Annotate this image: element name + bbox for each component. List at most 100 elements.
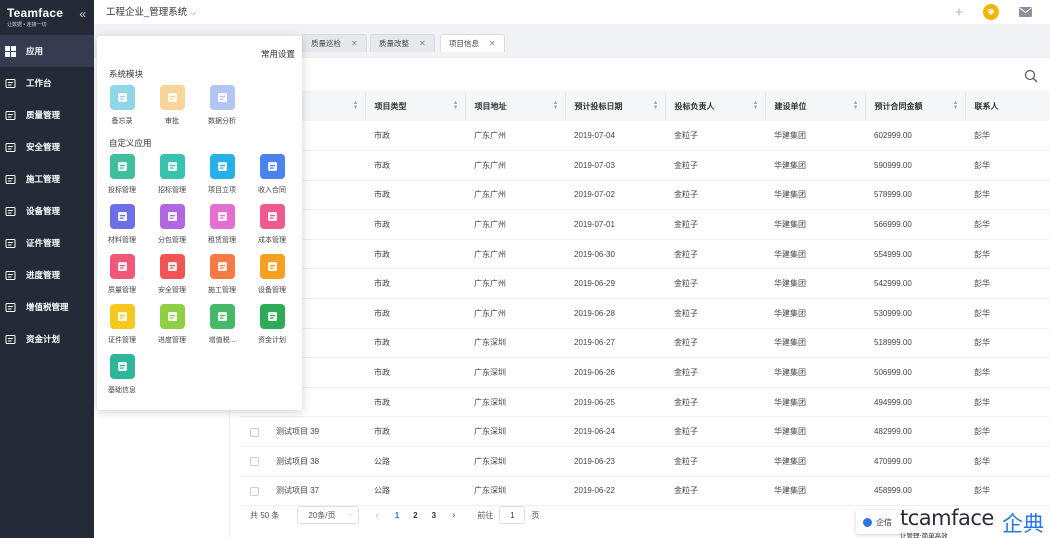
- sort-icon[interactable]: ▲ ▼: [353, 100, 359, 111]
- tab-quality-rectification[interactable]: 质量改整 ✕: [370, 34, 435, 52]
- content-area: 息 称▲▼项目类型▲▼项目地址▲▼预计投标日期▲▼投标负责人▲▼建设单位▲▼预计…: [230, 58, 1050, 538]
- cell-text: 470999.00: [874, 456, 912, 466]
- sidebar-item-tax[interactable]: 增值税管理: [0, 291, 94, 323]
- add-icon[interactable]: +: [950, 3, 968, 21]
- sort-icon[interactable]: ▲ ▼: [553, 100, 559, 111]
- page-1-button[interactable]: 1: [395, 511, 399, 520]
- column-header[interactable]: 建设单位 ▲ ▼: [765, 92, 866, 121]
- sort-icon[interactable]: ▲ ▼: [753, 100, 759, 111]
- collapse-sidebar-icon[interactable]: «: [79, 7, 86, 21]
- sidebar-item-progress[interactable]: 进度管理: [0, 259, 94, 291]
- table-row[interactable]: 目 46市政广东广州2019-07-01金粒子华建集团566999.00彭华: [240, 209, 1050, 240]
- next-page-icon[interactable]: ›: [452, 510, 455, 521]
- row-checkbox[interactable]: [250, 457, 259, 467]
- sort-icon[interactable]: ▲ ▼: [953, 100, 959, 111]
- app-tile-certificate[interactable]: 证件管理: [102, 304, 142, 345]
- app-tile-quality[interactable]: 质量管理: [102, 254, 142, 295]
- app-tile-contract[interactable]: 收入合同: [252, 154, 292, 195]
- sidebar-item-grid[interactable]: 应用: [0, 35, 94, 67]
- app-tile-tender[interactable]: 招标管理: [152, 154, 192, 195]
- app-tile-project[interactable]: 项目立项: [202, 154, 242, 195]
- column-header[interactable]: 预计投标日期 ▲ ▼: [565, 92, 666, 121]
- cell-text: 554999.00: [874, 249, 912, 259]
- app-tile-material[interactable]: 材料管理: [102, 204, 142, 245]
- row-checkbox[interactable]: [250, 486, 259, 496]
- sort-icon[interactable]: ▲ ▼: [453, 100, 459, 111]
- sort-icon[interactable]: ▲ ▼: [653, 100, 659, 111]
- app-tile-basic-info[interactable]: 基础信息: [102, 354, 142, 395]
- app-tile-memo[interactable]: 备忘录: [102, 85, 142, 126]
- safety-icon: [159, 254, 185, 279]
- app-tile-analytics[interactable]: 数据分析: [202, 85, 242, 126]
- column-header[interactable]: 预计合同金额 ▲ ▼: [865, 92, 966, 121]
- sidebar-item-dashboard[interactable]: 工作台: [0, 67, 94, 99]
- cell-text: 彭华: [974, 456, 990, 466]
- cell-text: 金粒子: [674, 456, 698, 466]
- sidebar-item-safety[interactable]: 安全管理: [0, 131, 94, 163]
- cell-text: 广东深圳: [474, 456, 506, 466]
- row-checkbox[interactable]: [250, 427, 259, 437]
- close-icon[interactable]: ✕: [351, 39, 358, 48]
- column-header[interactable]: 投标负责人 ▲ ▼: [665, 92, 766, 121]
- table-row[interactable]: 测试项目 38 公路 广东深圳 2019-06-23 金粒子 华建集团 470999.00 彭…: [240, 446, 1050, 477]
- table-row[interactable]: 测试项目 39 市政 广东深圳 2019-06-24 金粒子 华建集团 482999.00 彭…: [240, 416, 1050, 448]
- sidebar-item-construction[interactable]: 施工管理: [0, 163, 94, 195]
- cell-text: 彭华: [974, 160, 990, 170]
- sidebar-item-equipment[interactable]: 设备管理: [0, 195, 94, 227]
- table-row[interactable]: 目 47市政广东广州2019-07-02金粒子华建集团578999.00彭华: [240, 180, 1050, 211]
- brand-slogan: 让数据 • 连接一切: [7, 22, 47, 28]
- tab-quality-inspection[interactable]: 质量巡检 ✕: [302, 34, 367, 52]
- sidebar-item-label: 施工管理: [26, 174, 61, 184]
- sidebar-item-certificate[interactable]: 证件管理: [0, 227, 94, 259]
- app-switcher[interactable]: 工程企业_管理系统 ⌵: [106, 4, 196, 18]
- cost-icon: [259, 204, 285, 229]
- app-tile-construction[interactable]: 施工管理: [202, 254, 242, 295]
- common-settings-link[interactable]: 常用设置: [261, 48, 295, 60]
- tender-icon: [159, 154, 185, 179]
- column-header[interactable]: 联系人: [965, 92, 1050, 121]
- prev-page-icon[interactable]: ‹: [375, 510, 378, 521]
- page-size-select[interactable]: 20条/页 ⌵: [297, 506, 360, 524]
- app-tile-subcontract[interactable]: 分包管理: [152, 204, 192, 245]
- table-row[interactable]: 目 45市政广东广州2019-06-30金粒子华建集团554999.00彭华: [240, 239, 1050, 270]
- cell-text: 金粒子: [674, 131, 698, 141]
- close-icon[interactable]: ✕: [489, 39, 496, 48]
- table-row[interactable]: 目 48市政广东广州2019-07-03金粒子华建集团590999.00彭华: [240, 150, 1050, 181]
- app-tile-tax[interactable]: 增值税...: [202, 304, 242, 345]
- table-row[interactable]: 目 42市政广东深圳2019-06-27金粒子华建集团518999.00彭华: [240, 328, 1050, 359]
- app-tile-approval[interactable]: 审批: [152, 85, 192, 126]
- table-row[interactable]: 目 43市政广东广州2019-06-28金粒子华建集团530999.00彭华: [240, 298, 1050, 329]
- app-tile-lease[interactable]: 租赁管理: [202, 204, 242, 245]
- table-row[interactable]: 目 40市政广东深圳2019-06-25金粒子华建集团494999.00彭华: [240, 387, 1050, 418]
- app-tile-label: 招标管理: [158, 187, 186, 194]
- watermark-sub: 让管理·简单高效: [900, 532, 948, 538]
- app-tile-equipment[interactable]: 设备管理: [252, 254, 292, 295]
- app-tile-cost[interactable]: 成本管理: [252, 204, 292, 245]
- app-tile-funds[interactable]: 资金计划: [252, 304, 292, 345]
- table-row[interactable]: 目 44市政广东广州2019-06-29金粒子华建集团542999.00彭华: [240, 268, 1050, 300]
- page-2-button[interactable]: 2: [413, 511, 417, 520]
- table-row[interactable]: 目 49市政广东广州2019-07-04金粒子华建集团602999.00彭华: [240, 121, 1050, 152]
- app-tile-progress[interactable]: 进度管理: [152, 304, 192, 345]
- table-row[interactable]: 测试项目 37 公路 广东深圳 2019-06-22 金粒子 华建集团 458999.00 彭…: [240, 476, 1050, 507]
- tab-project-info[interactable]: 项目信息 ✕: [440, 34, 505, 52]
- cell-text: 广东深圳: [474, 427, 506, 437]
- close-icon[interactable]: ✕: [419, 39, 426, 48]
- sidebar-item-funds[interactable]: 资金计划: [0, 323, 94, 355]
- sidebar-item-label: 工作台: [26, 78, 52, 88]
- search-icon[interactable]: [1024, 69, 1038, 83]
- mail-icon[interactable]: [1016, 3, 1034, 21]
- tag-icon[interactable]: [982, 3, 1000, 21]
- table-row[interactable]: 目 41市政广东深圳2019-06-26金粒子华建集团506999.00彭华: [240, 357, 1050, 388]
- page-3-button[interactable]: 3: [432, 511, 436, 520]
- column-header[interactable]: 项目类型 ▲ ▼: [365, 92, 466, 121]
- goto-page-input[interactable]: 1: [499, 506, 526, 524]
- app-tile-bid[interactable]: 投标管理: [102, 154, 142, 195]
- app-tile-safety[interactable]: 安全管理: [152, 254, 192, 295]
- cell-text: 2019-07-04: [574, 131, 615, 141]
- cell-text: 测试项目 39: [276, 427, 320, 437]
- sidebar-item-quality[interactable]: 质量管理: [0, 99, 94, 131]
- grid-icon: [3, 44, 17, 58]
- column-header[interactable]: 项目地址 ▲ ▼: [465, 92, 566, 121]
- sort-icon[interactable]: ▲ ▼: [853, 100, 859, 111]
